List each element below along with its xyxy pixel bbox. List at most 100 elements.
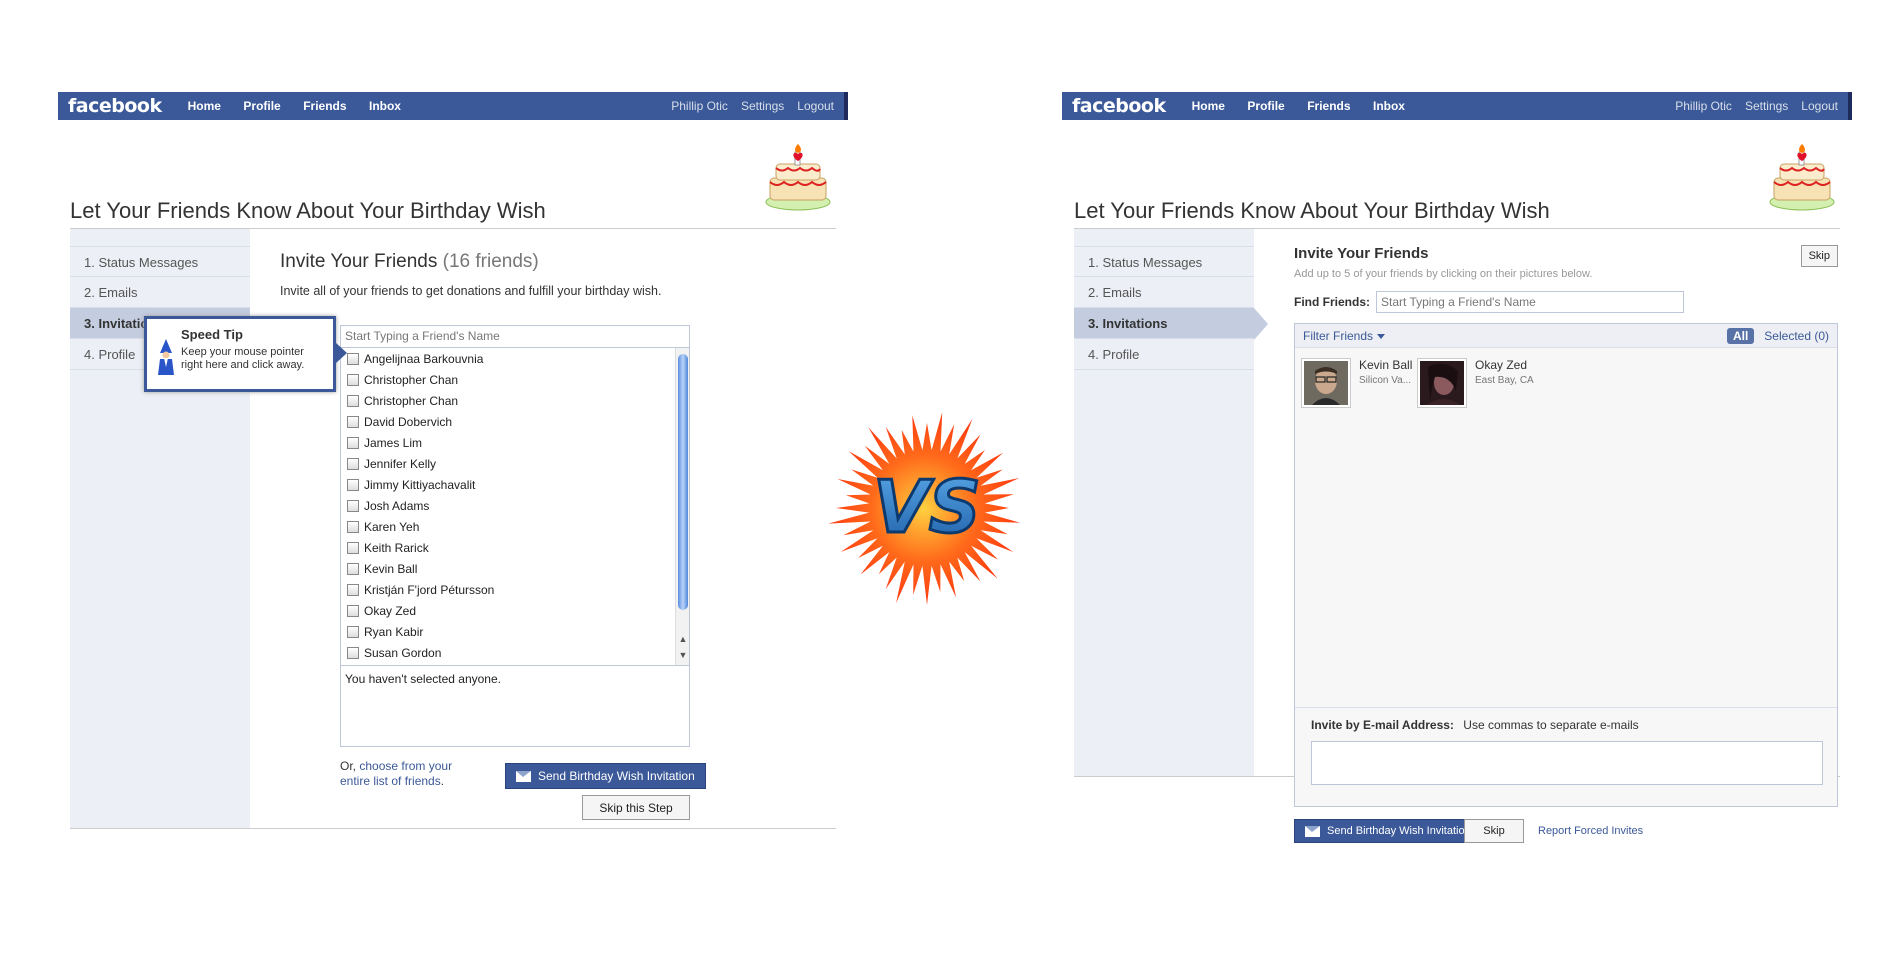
friend-name: Okay Zed bbox=[364, 603, 417, 618]
friend-card-kevin-ball[interactable]: Kevin Ball Silicon Va... bbox=[1301, 358, 1412, 408]
friend-list-scrollbar[interactable]: ▲ ▼ bbox=[675, 348, 689, 665]
scroll-down-icon[interactable]: ▼ bbox=[676, 650, 690, 660]
nav-friends[interactable]: Friends bbox=[1307, 99, 1350, 113]
friend-checkbox[interactable] bbox=[347, 457, 359, 470]
friend-list-item[interactable]: James Lim bbox=[341, 432, 689, 453]
friend-checkbox[interactable] bbox=[347, 478, 359, 491]
friend-list-item[interactable]: Jimmy Kittiyachavalit bbox=[341, 474, 689, 495]
friend-list-item[interactable]: Susan Gordon bbox=[341, 642, 689, 663]
invite-title: Invite Your Friends bbox=[1294, 245, 1429, 262]
nav-profile[interactable]: Profile bbox=[243, 99, 280, 113]
sidebar-item-invitations[interactable]: 3. Invitations bbox=[1074, 308, 1254, 339]
avatar[interactable] bbox=[1417, 358, 1467, 408]
friend-location: Silicon Va... bbox=[1359, 375, 1412, 386]
choose-from-list-link[interactable]: choose from your entire list of friends bbox=[340, 759, 452, 788]
nav-inbox[interactable]: Inbox bbox=[369, 99, 401, 113]
friend-list-item[interactable]: Josh Adams bbox=[341, 495, 689, 516]
sidebar-item-status-messages[interactable]: 1. Status Messages bbox=[70, 246, 250, 277]
content-body: 1. Status Messages 2. Emails 3. Invitati… bbox=[1074, 229, 1840, 843]
friend-name: Okay Zed bbox=[1475, 358, 1528, 372]
friend-list-item[interactable]: Okay Zed bbox=[341, 600, 689, 621]
friend-checkbox[interactable] bbox=[347, 499, 359, 512]
friend-checkbox[interactable] bbox=[347, 646, 359, 659]
friend-checkbox[interactable] bbox=[347, 394, 359, 407]
friend-checkbox[interactable] bbox=[347, 583, 359, 596]
friend-checkbox[interactable] bbox=[347, 373, 359, 386]
friend-list-item[interactable]: David Dobervich bbox=[341, 411, 689, 432]
speed-tip-body: Keep your mouse pointer right here and c… bbox=[181, 346, 305, 371]
friend-list-item[interactable]: Ryan Kabir bbox=[341, 621, 689, 642]
avatar[interactable] bbox=[1301, 358, 1351, 408]
nav-profile[interactable]: Profile bbox=[1247, 99, 1284, 113]
chevron-down-icon bbox=[1377, 333, 1386, 339]
nav-home[interactable]: Home bbox=[188, 99, 221, 113]
report-forced-invites-link[interactable]: Report Forced Invites bbox=[1538, 825, 1643, 837]
sidebar-item-emails[interactable]: 2. Emails bbox=[70, 277, 250, 308]
invite-main: Invite Your Friends (16 friends) Invite … bbox=[250, 229, 836, 828]
find-friends-input[interactable]: Start Typing a Friend's Name bbox=[1376, 291, 1684, 313]
friend-list-item[interactable]: Christopher Chan bbox=[341, 390, 689, 411]
birthday-cake-icon bbox=[765, 144, 831, 211]
nav-logout[interactable]: Logout bbox=[1801, 99, 1838, 113]
friend-name: Jimmy Kittiyachavalit bbox=[364, 477, 476, 492]
send-invitation-button[interactable]: Send Birthday Wish Invitation bbox=[505, 763, 706, 789]
sidebar-item-profile[interactable]: 4. Profile bbox=[1074, 339, 1254, 370]
friend-list-item[interactable]: Kristján F'jord Pétursson bbox=[341, 579, 689, 600]
friend-list-item[interactable]: Angelijnaa Barkouvnia bbox=[341, 348, 689, 369]
new-design-panel: facebook Home Profile Friends Inbox Phil… bbox=[1062, 92, 1852, 843]
friend-list-item[interactable]: Karen Yeh bbox=[341, 516, 689, 537]
friend-checkbox[interactable] bbox=[347, 436, 359, 449]
friend-checkbox[interactable] bbox=[347, 520, 359, 533]
facebook-logo[interactable]: facebook bbox=[68, 95, 162, 117]
facebook-topbar: facebook Home Profile Friends Inbox Phil… bbox=[58, 92, 848, 120]
email-invite-label: Invite by E-mail Address: Use commas to … bbox=[1311, 718, 1821, 732]
sidebar-item-status-messages[interactable]: 1. Status Messages bbox=[1074, 246, 1254, 277]
friend-count: (16 friends) bbox=[442, 251, 539, 272]
friend-list-item[interactable]: Jennifer Kelly bbox=[341, 453, 689, 474]
nav-settings[interactable]: Settings bbox=[1745, 99, 1788, 113]
skip-top-button[interactable]: Skip bbox=[1800, 245, 1838, 267]
friend-search-input[interactable]: Start Typing a Friend's Name bbox=[341, 326, 689, 348]
friend-checkbox[interactable] bbox=[347, 352, 359, 365]
speed-tip-popup: Speed Tip Keep your mouse pointer right … bbox=[144, 316, 347, 392]
skip-button[interactable]: Skip bbox=[1464, 819, 1524, 843]
nav-user[interactable]: Phillip Otic bbox=[1675, 99, 1732, 113]
send-invitation-button[interactable]: Send Birthday Wish Invitation bbox=[1294, 819, 1482, 843]
nav-inbox[interactable]: Inbox bbox=[1373, 99, 1405, 113]
scrollbar-thumb[interactable] bbox=[678, 354, 688, 610]
skip-step-button[interactable]: Skip this Step bbox=[582, 795, 690, 820]
vs-starburst-icon: VS bbox=[828, 412, 1020, 605]
nav-home[interactable]: Home bbox=[1192, 99, 1225, 113]
friend-name: Angelijnaa Barkouvnia bbox=[364, 351, 484, 366]
sidebar-item-emails[interactable]: 2. Emails bbox=[1074, 277, 1254, 308]
birthday-cake-icon bbox=[1769, 144, 1835, 211]
nav-logout[interactable]: Logout bbox=[797, 99, 834, 113]
invite-title: Invite Your Friends (16 friends) bbox=[280, 251, 836, 273]
filter-friends-dropdown[interactable]: Filter Friends bbox=[1303, 329, 1386, 343]
friend-checkbox[interactable] bbox=[347, 562, 359, 575]
friend-name: Karen Yeh bbox=[364, 519, 420, 534]
facebook-logo[interactable]: facebook bbox=[1072, 95, 1166, 117]
friend-checkbox[interactable] bbox=[347, 541, 359, 554]
old-design-panel: facebook Home Profile Friends Inbox Phil… bbox=[58, 92, 848, 829]
friend-card-okay-zed[interactable]: Okay Zed East Bay, CA bbox=[1417, 358, 1534, 408]
filter-all-tab[interactable]: All bbox=[1726, 327, 1755, 344]
friend-list-item[interactable]: Keith Rarick bbox=[341, 537, 689, 558]
friend-name: Christopher Chan bbox=[364, 372, 459, 387]
speed-tip-arrow bbox=[336, 343, 347, 363]
email-invite-input[interactable] bbox=[1311, 741, 1823, 785]
friend-checkbox[interactable] bbox=[347, 415, 359, 428]
friend-checkbox[interactable] bbox=[347, 604, 359, 617]
friend-list-item[interactable]: Kevin Ball bbox=[341, 558, 689, 579]
scroll-up-icon[interactable]: ▲ bbox=[676, 634, 690, 644]
or-suffix: . bbox=[440, 774, 445, 788]
friend-checkbox[interactable] bbox=[347, 625, 359, 638]
send-invitation-label: Send Birthday Wish Invitation bbox=[538, 769, 695, 783]
nav-user[interactable]: Phillip Otic bbox=[671, 99, 728, 113]
friend-list-item[interactable]: Christopher Chan bbox=[341, 369, 689, 390]
nav-friends[interactable]: Friends bbox=[303, 99, 346, 113]
friend-name: Kevin Ball bbox=[364, 561, 418, 576]
filter-selected-tab[interactable]: Selected (0) bbox=[1764, 329, 1829, 343]
email-invite-section: Invite by E-mail Address: Use commas to … bbox=[1295, 707, 1837, 807]
nav-settings[interactable]: Settings bbox=[741, 99, 784, 113]
